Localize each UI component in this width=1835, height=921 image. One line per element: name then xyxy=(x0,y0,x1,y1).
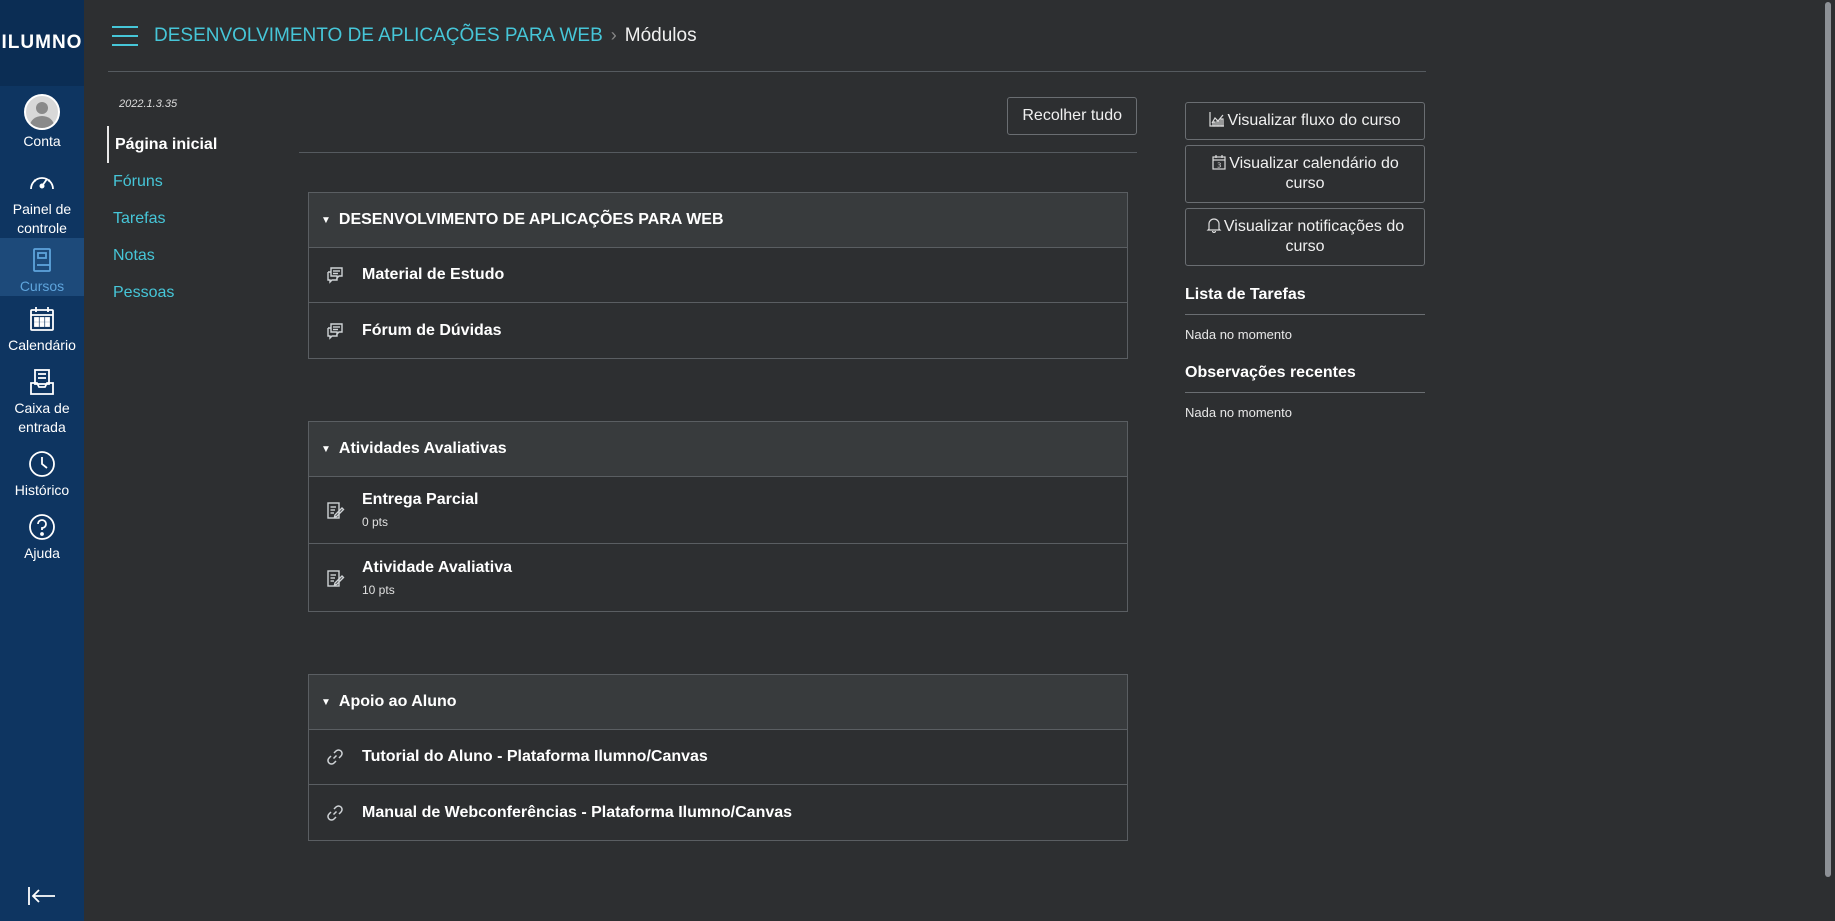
nav-help-label: Ajuda xyxy=(24,545,60,561)
module-card: ▼ DESENVOLVIMENTO DE APLICAÇÕES PARA WEB… xyxy=(308,192,1128,359)
module-title: Apoio ao Aluno xyxy=(338,693,457,710)
collapse-all-button[interactable]: Recolher tudo xyxy=(1007,97,1137,135)
nav-courses-label: Cursos xyxy=(19,278,65,294)
nav-help[interactable]: Ajuda xyxy=(0,512,84,563)
nav-account-label: Conta xyxy=(23,133,61,149)
course-nav-assignments[interactable]: Tarefas xyxy=(107,200,267,237)
module-item: Material de Estudo xyxy=(309,248,1127,303)
module-header[interactable]: ▼ DESENVOLVIMENTO DE APLICAÇÕES PARA WEB xyxy=(309,193,1127,248)
module-header[interactable]: ▼ Atividades Avaliativas xyxy=(309,422,1127,477)
svg-text:3: 3 xyxy=(1217,162,1221,170)
global-nav: ILUMNO Conta Painel de controle Cursos C… xyxy=(0,0,84,921)
module-item-link[interactable]: Atividade Avaliativa xyxy=(362,559,512,577)
collapse-triangle-icon[interactable]: ▼ xyxy=(321,697,331,708)
module-card: ▼ Apoio ao Aluno Tutorial do Aluno - Pla… xyxy=(308,674,1128,841)
breadcrumb-current-page: Módulos xyxy=(624,24,697,46)
module-item: Tutorial do Aluno - Plataforma Ilumno/Ca… xyxy=(309,730,1127,785)
module-item-link[interactable]: Manual de Webconferências - Plataforma I… xyxy=(362,804,792,822)
hamburger-menu-icon[interactable] xyxy=(112,25,138,46)
modules-toolbar: Recolher tudo xyxy=(299,97,1137,153)
assignment-icon xyxy=(325,568,345,588)
view-course-notifications-button[interactable]: Visualizar notificações do curso xyxy=(1185,208,1425,266)
bell-icon xyxy=(1206,218,1222,234)
page-header: DESENVOLVIMENTO DE APLICAÇÕES PARA WEB ›… xyxy=(108,0,1426,72)
module-item-link[interactable]: Tutorial do Aluno - Plataforma Ilumno/Ca… xyxy=(362,748,708,766)
calendar-icon: 3 xyxy=(1212,155,1226,170)
nav-calendar[interactable]: Calendário xyxy=(0,304,84,355)
nav-history-label: Histórico xyxy=(14,482,70,498)
collapse-nav-icon[interactable] xyxy=(27,885,57,907)
feedback-empty-text: Nada no momento xyxy=(1185,405,1292,420)
module-item-link[interactable]: Material de Estudo xyxy=(362,266,504,284)
nav-history[interactable]: Histórico xyxy=(0,449,84,500)
collapse-triangle-icon[interactable]: ▼ xyxy=(321,444,331,455)
module-item-link[interactable]: Entrega Parcial xyxy=(362,491,479,509)
view-course-stream-label: Visualizar fluxo do curso xyxy=(1227,112,1401,129)
course-nav: Página inicial Fóruns Tarefas Notas Pess… xyxy=(107,126,267,311)
module-item: Fórum de Dúvidas xyxy=(309,303,1127,358)
help-icon xyxy=(29,514,55,540)
nav-inbox[interactable]: Caixa de entrada xyxy=(0,367,84,437)
nav-courses[interactable]: Cursos xyxy=(0,238,84,296)
todo-list-title: Lista de Tarefas xyxy=(1185,286,1425,315)
version-label: 2022.1.3.35 xyxy=(119,98,178,110)
calendar-icon xyxy=(30,307,54,331)
module-title: Atividades Avaliativas xyxy=(338,440,507,457)
breadcrumb: DESENVOLVIMENTO DE APLICAÇÕES PARA WEB ›… xyxy=(154,25,697,47)
module-item: Entrega Parcial 0 pts xyxy=(309,477,1127,544)
inbox-icon xyxy=(30,369,54,395)
link-icon xyxy=(325,747,345,767)
nav-dashboard[interactable]: Painel de controle xyxy=(0,168,84,238)
right-sidebar: Visualizar fluxo do curso 3 Visualizar ca… xyxy=(1185,102,1425,420)
view-course-notifications-label: Visualizar notificações do curso xyxy=(1223,218,1405,255)
course-nav-home[interactable]: Página inicial xyxy=(107,126,267,163)
view-course-calendar-button[interactable]: 3 Visualizar calendário do curso xyxy=(1185,145,1425,203)
module-card: ▼ Atividades Avaliativas Entrega Parcial… xyxy=(308,421,1128,612)
dashboard-icon xyxy=(30,177,54,190)
view-course-calendar-label: Visualizar calendário do curso xyxy=(1229,155,1399,192)
module-title: DESENVOLVIMENTO DE APLICAÇÕES PARA WEB xyxy=(338,211,724,228)
todo-empty-text: Nada no momento xyxy=(1185,327,1292,342)
collapse-triangle-icon[interactable]: ▼ xyxy=(321,215,331,226)
view-course-stream-button[interactable]: Visualizar fluxo do curso xyxy=(1185,102,1425,140)
chart-icon xyxy=(1209,112,1225,127)
avatar xyxy=(24,94,60,130)
breadcrumb-separator: › xyxy=(610,25,617,45)
points-label: 10 pts xyxy=(362,582,395,597)
discussion-icon xyxy=(325,321,345,341)
course-nav-grades[interactable]: Notas xyxy=(107,237,267,274)
nav-account[interactable]: Conta xyxy=(0,94,84,151)
recent-feedback-title: Observações recentes xyxy=(1185,364,1425,393)
module-item-link[interactable]: Fórum de Dúvidas xyxy=(362,322,502,340)
nav-dashboard-label: Painel de controle xyxy=(12,201,72,236)
assignment-icon xyxy=(325,500,345,520)
ilumno-logo[interactable]: ILUMNO xyxy=(0,0,84,86)
course-nav-people[interactable]: Pessoas xyxy=(107,274,267,311)
page-scrollbar[interactable] xyxy=(1821,0,1835,921)
module-item: Atividade Avaliativa 10 pts xyxy=(309,544,1127,611)
clock-icon xyxy=(29,451,55,477)
module-header[interactable]: ▼ Apoio ao Aluno xyxy=(309,675,1127,730)
course-nav-forums[interactable]: Fóruns xyxy=(107,163,267,200)
points-label: 0 pts xyxy=(362,515,389,529)
module-item: Manual de Webconferências - Plataforma I… xyxy=(309,785,1127,840)
discussion-icon xyxy=(325,265,345,285)
book-icon xyxy=(33,248,51,272)
link-icon xyxy=(325,803,345,823)
nav-calendar-label: Calendário xyxy=(8,337,76,353)
scrollbar-thumb[interactable] xyxy=(1825,2,1831,877)
nav-inbox-label: Caixa de entrada xyxy=(14,400,70,435)
breadcrumb-course-link[interactable]: DESENVOLVIMENTO DE APLICAÇÕES PARA WEB xyxy=(154,25,603,47)
